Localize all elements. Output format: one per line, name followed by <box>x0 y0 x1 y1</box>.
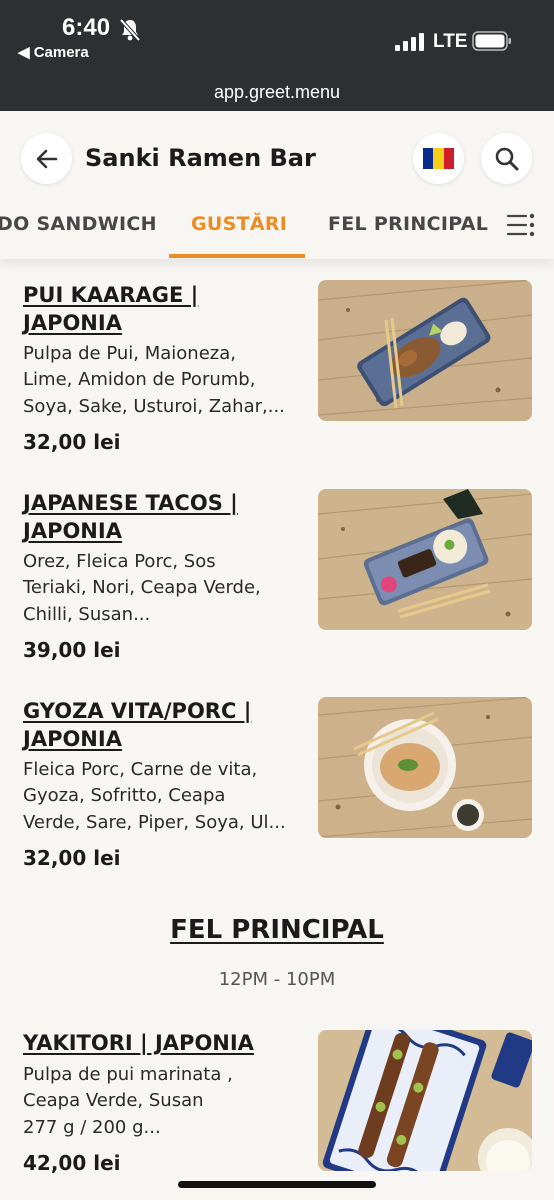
item-description: Gyoza, Sofritto, Ceapa <box>23 785 226 806</box>
item-price: 32,00 lei <box>23 430 121 454</box>
item-price: 32,00 lei <box>23 846 121 870</box>
item-description: Teriaki, Nori, Ceapa Verde, <box>23 577 261 598</box>
bell-muted-icon <box>119 18 141 42</box>
item-photo[interactable] <box>318 280 532 421</box>
item-description: 277 g / 200 g... <box>23 1117 161 1138</box>
item-name-line: JAPANESE TACOS | <box>23 491 238 515</box>
signal-icon <box>395 33 424 51</box>
url-bar[interactable]: app.greet.menu <box>0 82 554 103</box>
item-name-line: JAPONIA <box>23 519 122 543</box>
status-time: 6:40 <box>62 14 111 41</box>
section-title-text: FEL PRINCIPAL <box>170 915 384 945</box>
tab-do-sandwich[interactable]: DO SANDWICH <box>0 213 157 235</box>
item-name-line: JAPONIA <box>23 727 122 751</box>
app-header: Sanki Ramen Bar DO SANDWICH GUSTĂRI FEL … <box>0 111 554 259</box>
flag-stripe <box>443 148 454 169</box>
item-name-line: PUI KAARAGE | <box>23 283 199 307</box>
status-bar: 6:40 ◀ Camera LTE app.greet.menu <box>0 0 554 111</box>
section-title: FEL PRINCIPAL <box>0 915 554 945</box>
flag-stripe <box>433 148 444 169</box>
category-tabs: DO SANDWICH GUSTĂRI FEL PRINCIPAL <box>0 210 554 259</box>
item-description: Chilli, Susan... <box>23 604 151 625</box>
item-name-line: GYOZA VITA/PORC | <box>23 699 252 723</box>
item-description: Verde, Sare, Piper, Soya, Ul... <box>23 812 286 833</box>
home-indicator[interactable] <box>178 1181 376 1188</box>
search-icon <box>495 147 518 170</box>
item-price: 39,00 lei <box>23 638 121 662</box>
network-label: LTE <box>433 31 468 52</box>
category-list-icon[interactable] <box>506 213 536 237</box>
item-description: Pulpa de pui marinata , <box>23 1064 233 1085</box>
romania-flag-icon <box>423 148 454 169</box>
page-title: Sanki Ramen Bar <box>85 144 316 172</box>
flag-stripe <box>423 148 434 169</box>
section-hours: 12PM - 10PM <box>218 969 336 990</box>
battery-icon <box>472 31 511 51</box>
item-description: Soya, Sake, Usturoi, Zahar,... <box>23 396 285 417</box>
tab-gustari[interactable]: GUSTĂRI <box>191 213 287 235</box>
item-photo[interactable] <box>318 1030 532 1171</box>
item-price: 42,00 lei <box>23 1151 121 1175</box>
item-description: Lime, Amidon de Porumb, <box>23 369 256 390</box>
item-description: Pulpa de Pui, Maioneza, <box>23 343 236 364</box>
item-description: Fleica Porc, Carne de vita, <box>23 759 258 780</box>
back-button[interactable] <box>21 133 72 184</box>
item-name-line: JAPONIA <box>23 311 122 335</box>
item-description: Ceapa Verde, Susan <box>23 1090 204 1111</box>
item-photo[interactable] <box>318 489 532 630</box>
tab-fel-principal[interactable]: FEL PRINCIPAL <box>328 213 488 235</box>
back-to-camera-link[interactable]: ◀ Camera <box>18 43 89 61</box>
active-tab-indicator <box>169 254 305 258</box>
language-button[interactable] <box>413 133 464 184</box>
item-description: Orez, Fleica Porc, Sos <box>23 551 216 572</box>
search-button[interactable] <box>481 133 532 184</box>
arrow-left-icon <box>36 149 57 168</box>
item-name-line: YAKITORI | JAPONIA <box>23 1031 254 1055</box>
item-photo[interactable] <box>318 697 532 838</box>
